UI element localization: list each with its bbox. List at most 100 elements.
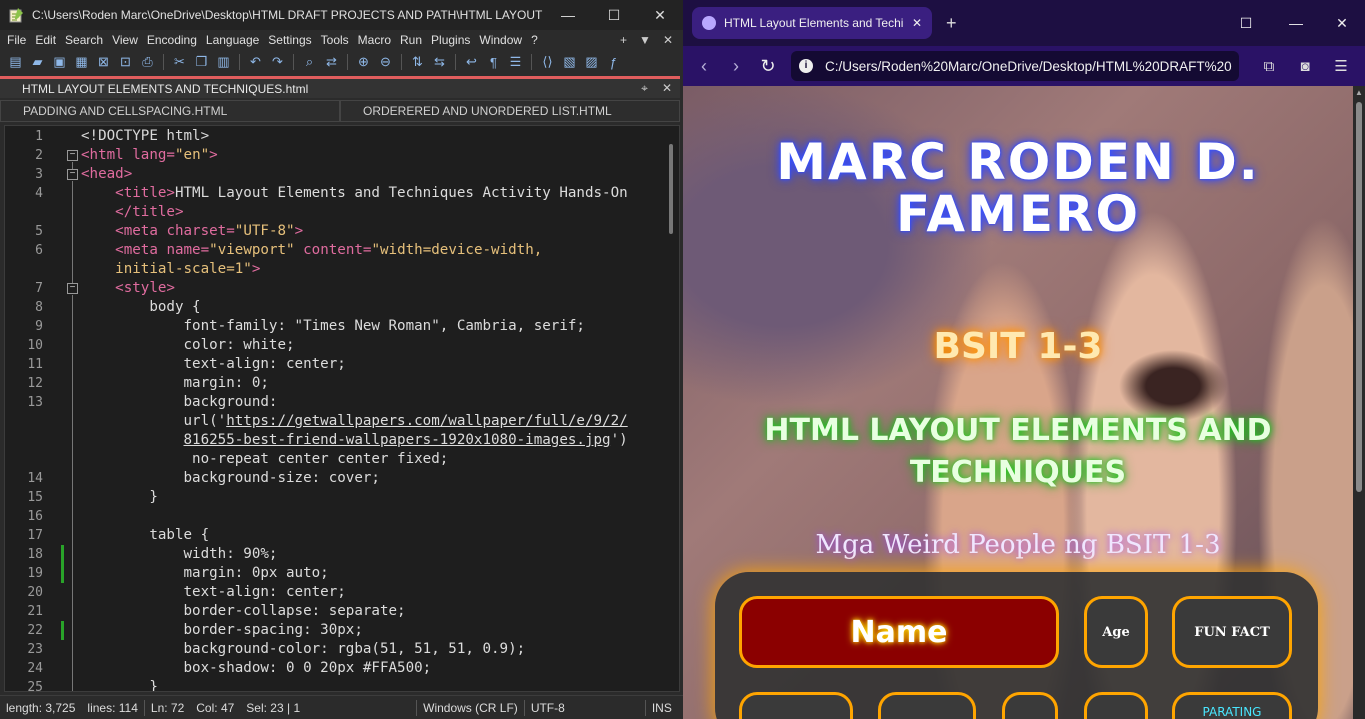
reload-icon[interactable]: ↻ xyxy=(759,56,777,77)
replace-icon[interactable]: ⇄ xyxy=(322,53,341,72)
line-number: 23 xyxy=(27,642,43,657)
menu-new-tab-button[interactable]: + xyxy=(620,33,627,47)
status-encoding[interactable]: UTF-8 xyxy=(525,701,571,715)
save-icon[interactable]: ▣ xyxy=(50,53,69,72)
menu-settings[interactable]: Settings xyxy=(265,33,317,47)
tab-label: PADDING AND CELLSPACING.HTML xyxy=(23,104,228,118)
page-scrollbar[interactable]: ▲ xyxy=(1353,86,1365,719)
fold-toggle-icon[interactable]: − xyxy=(67,169,78,180)
menu-window[interactable]: Window xyxy=(476,33,528,47)
folder-workspace-icon[interactable]: ▨ xyxy=(582,53,601,72)
profile-icon[interactable]: ◙ xyxy=(1291,53,1319,79)
zoom-out-icon[interactable]: ⊖ xyxy=(376,53,395,72)
sync-scroll-icon[interactable]: ⇅ xyxy=(408,53,427,72)
status-sel: Sel: 23 | 1 xyxy=(246,700,301,715)
open-file-icon[interactable]: ▰ xyxy=(28,53,47,72)
line-number: 25 xyxy=(27,680,43,692)
site-info-icon[interactable]: i xyxy=(799,59,813,73)
close-file-icon[interactable]: ⊠ xyxy=(94,53,113,72)
menu-file[interactable]: File xyxy=(4,33,32,47)
editor-scrollbar-thumb[interactable] xyxy=(669,144,673,234)
pin-tab-icon[interactable]: ⌖ xyxy=(641,81,648,96)
globe-icon xyxy=(702,16,716,30)
word-wrap-icon[interactable]: ↩ xyxy=(462,53,481,72)
menu-macro[interactable]: Macro xyxy=(355,33,397,47)
tab-close-icon[interactable]: ✕ xyxy=(912,16,922,30)
fold-toggle-icon[interactable]: − xyxy=(67,283,78,294)
find-icon[interactable]: ⌕ xyxy=(300,53,319,72)
scroll-up-icon[interactable]: ▲ xyxy=(1355,88,1363,97)
menu-search[interactable]: Search xyxy=(62,33,109,47)
fold-toggle-icon[interactable]: − xyxy=(67,150,78,161)
menu-tools[interactable]: Tools xyxy=(318,33,355,47)
line-number: 17 xyxy=(27,528,43,543)
copy-icon[interactable]: ❐ xyxy=(192,53,211,72)
browser-maximize-button[interactable]: ☐ xyxy=(1223,0,1269,46)
tab-padding-cellspacing[interactable]: PADDING AND CELLSPACING.HTML xyxy=(0,100,340,122)
npp-statusbar: length: 3,725 lines: 114 Ln: 72 Col: 47 … xyxy=(0,695,683,719)
browser-minimize-button[interactable]: — xyxy=(1273,0,1319,46)
line-number: 8 xyxy=(35,300,43,315)
menu-tab-list-button[interactable]: ▼ xyxy=(639,33,651,47)
browser-tab-active[interactable]: HTML Layout Elements and Techi ✕ xyxy=(692,7,932,39)
redo-icon[interactable]: ↷ xyxy=(268,53,287,72)
save-all-icon[interactable]: ▦ xyxy=(72,53,91,72)
page-scrollbar-thumb[interactable] xyxy=(1356,102,1362,492)
table-cell-fun-fact: PARATING xyxy=(1172,692,1292,719)
line-number: 11 xyxy=(27,357,43,372)
th-age: Age xyxy=(1084,596,1148,668)
menu-plugins[interactable]: Plugins xyxy=(428,33,476,47)
browser-close-button[interactable]: ✕ xyxy=(1319,0,1365,46)
tab-active-label: HTML LAYOUT ELEMENTS AND TECHNIQUES.html xyxy=(22,81,309,96)
sync-horizontal-icon[interactable]: ⇆ xyxy=(430,53,449,72)
document-map-icon[interactable]: ▧ xyxy=(560,53,579,72)
line-number-gutter: 1 2 3 4 5 6 7 8 9 10 11 12 13 14 15 16 1… xyxy=(5,126,57,691)
npp-close-button[interactable]: ✕ xyxy=(637,0,683,30)
show-all-chars-icon[interactable]: ¶ xyxy=(484,53,503,72)
zoom-in-icon[interactable]: ⊕ xyxy=(354,53,373,72)
menu-view[interactable]: View xyxy=(109,33,144,47)
menu-close-doc-button[interactable]: ✕ xyxy=(663,33,673,47)
npp-window-title: C:\Users\Roden Marc\OneDrive\Desktop\HTM… xyxy=(32,8,545,22)
forward-icon[interactable]: › xyxy=(727,56,745,77)
page-viewport: MARC RODEN D. FAMERO BSIT 1-3 HTML LAYOU… xyxy=(683,86,1353,719)
menu-help[interactable]: ? xyxy=(528,33,544,47)
paste-icon[interactable]: ▥ xyxy=(214,53,233,72)
undo-icon[interactable]: ↶ xyxy=(246,53,265,72)
menu-encoding[interactable]: Encoding xyxy=(144,33,203,47)
page-heading-section: BSIT 1-3 xyxy=(933,326,1103,367)
table-caption: Mga Weird People ng BSIT 1-3 xyxy=(815,530,1221,560)
table-cell xyxy=(878,692,976,719)
tab-ordered-unordered-list[interactable]: ORDERERED AND UNORDERED LIST.HTML xyxy=(340,100,680,122)
close-tab-icon[interactable]: ✕ xyxy=(662,81,672,96)
function-list-icon[interactable]: ƒ xyxy=(604,53,623,72)
menu-language[interactable]: Language xyxy=(203,33,265,47)
line-number: 22 xyxy=(27,623,43,638)
menu-run[interactable]: Run xyxy=(397,33,428,47)
install-app-icon[interactable]: ⧉ xyxy=(1255,53,1283,79)
tab-label: ORDERERED AND UNORDERED LIST.HTML xyxy=(363,104,612,118)
line-number: 16 xyxy=(27,509,43,524)
line-number: 24 xyxy=(27,661,43,676)
new-file-icon[interactable]: ▤ xyxy=(6,53,25,72)
new-tab-button[interactable]: + xyxy=(946,13,957,34)
npp-maximize-button[interactable]: ☐ xyxy=(591,0,637,30)
page-heading-topic: HTML LAYOUT ELEMENTS AND TECHNIQUES xyxy=(764,413,1272,490)
menu-icon[interactable]: ☰ xyxy=(1327,53,1355,79)
cut-icon[interactable]: ✂ xyxy=(170,53,189,72)
npp-toolbar: ▤ ▰ ▣ ▦ ⊠ ⊡ ⎙ ✂ ❐ ▥ ↶ ↷ ⌕ ⇄ ⊕ ⊖ ⇅ ⇆ ↩ ¶ … xyxy=(0,50,683,74)
people-table: Name Age FUN FACT PARATING xyxy=(715,572,1318,719)
back-icon[interactable]: ‹ xyxy=(695,56,713,77)
status-insert-mode[interactable]: INS xyxy=(646,701,678,715)
print-icon[interactable]: ⎙ xyxy=(138,53,157,72)
npp-minimize-button[interactable]: — xyxy=(545,0,591,30)
status-eol[interactable]: Windows (CR LF) xyxy=(417,701,524,715)
browser-window: HTML Layout Elements and Techi ✕ + — ☐ ✕… xyxy=(683,0,1365,719)
address-bar[interactable]: i C:/Users/Roden%20Marc/OneDrive/Desktop… xyxy=(791,51,1239,81)
indent-guide-icon[interactable]: ☰ xyxy=(506,53,525,72)
close-all-icon[interactable]: ⊡ xyxy=(116,53,135,72)
tab-active-file[interactable]: HTML LAYOUT ELEMENTS AND TECHNIQUES.html… xyxy=(0,76,680,98)
xml-tags-icon[interactable]: ⟨⟩ xyxy=(538,53,557,72)
code-editor[interactable]: 1 2 3 4 5 6 7 8 9 10 11 12 13 14 15 16 1… xyxy=(4,125,680,692)
menu-edit[interactable]: Edit xyxy=(32,33,62,47)
